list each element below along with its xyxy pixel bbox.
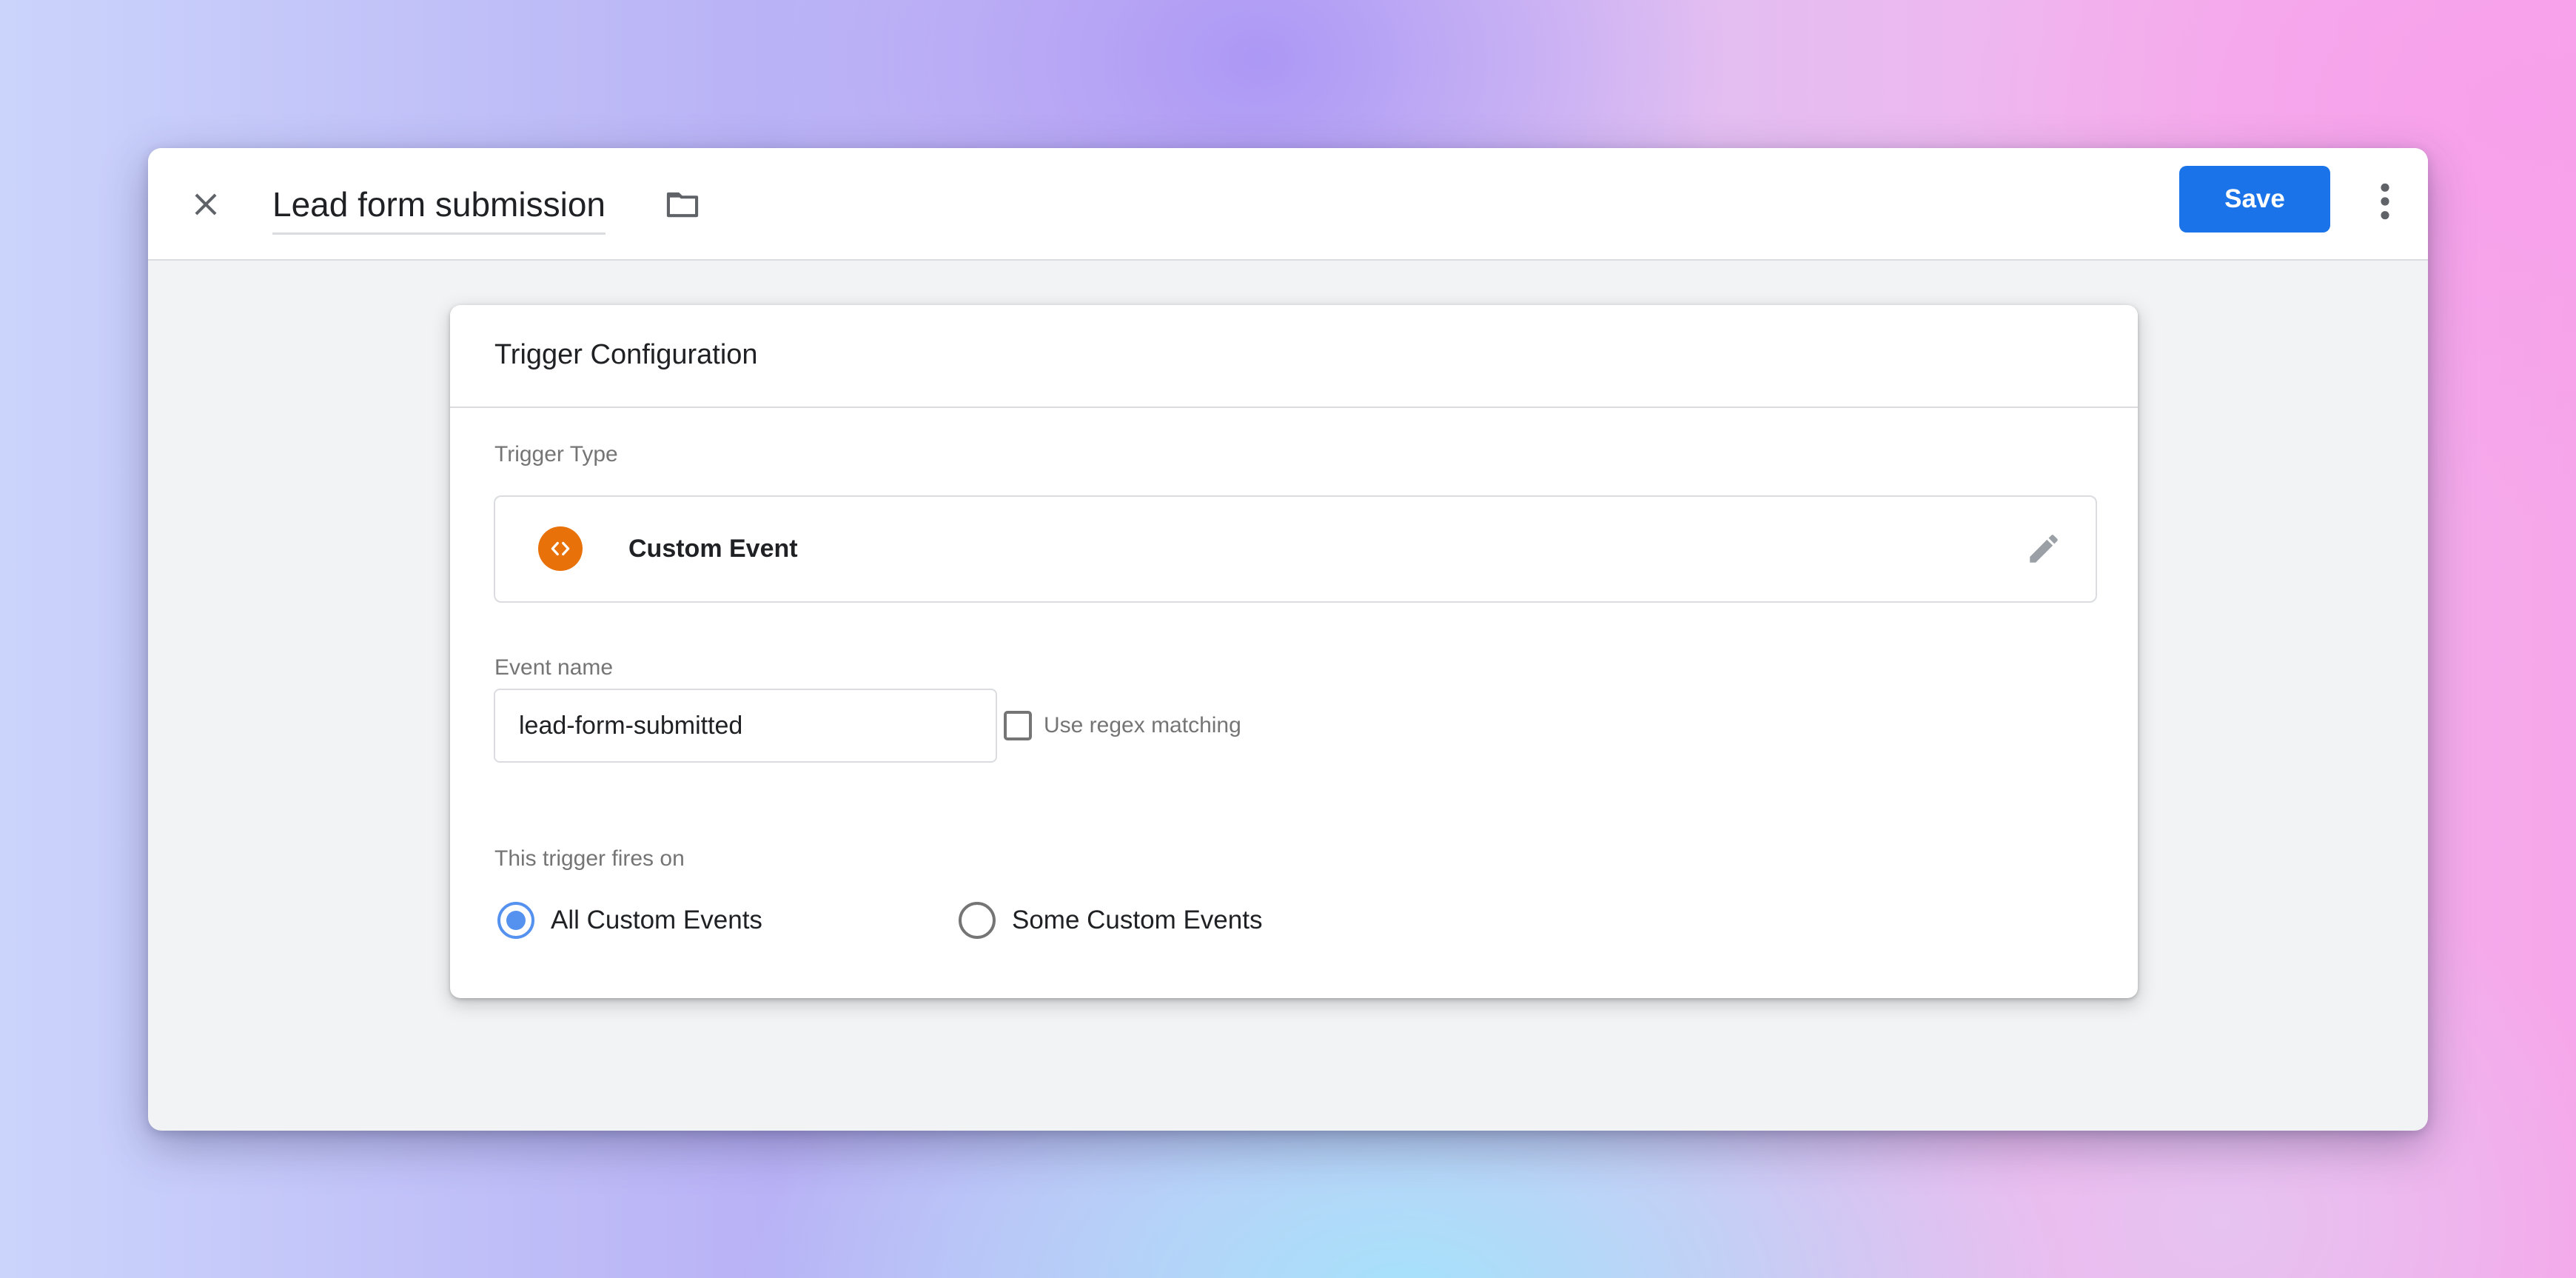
fires-on-label: This trigger fires on [494, 846, 685, 871]
save-button[interactable]: Save [2179, 166, 2330, 232]
edit-trigger-type-button[interactable] [2022, 526, 2066, 571]
code-brackets-icon [538, 526, 583, 571]
more-options-button[interactable] [2363, 175, 2407, 228]
radio-all-custom-events[interactable]: All Custom Events [497, 902, 762, 939]
trigger-configuration-card: Trigger Configuration Trigger Type Custo… [450, 305, 2138, 998]
event-name-input[interactable] [494, 689, 997, 763]
trigger-name-field[interactable]: Lead form submission [272, 179, 606, 235]
pencil-icon [2030, 535, 2058, 563]
trigger-type-selector[interactable]: Custom Event [494, 495, 2097, 603]
trigger-type-name: Custom Event [628, 535, 798, 563]
card-title: Trigger Configuration [494, 339, 758, 370]
card-header: Trigger Configuration [450, 305, 2138, 408]
regex-matching-option[interactable]: Use regex matching [1004, 711, 1241, 740]
trigger-type-label: Trigger Type [494, 442, 618, 466]
folder-button[interactable] [660, 182, 705, 227]
radio-button-selected[interactable] [497, 902, 534, 939]
radio-label: All Custom Events [551, 906, 762, 934]
trigger-title: Lead form submission [272, 185, 606, 224]
regex-label: Use regex matching [1044, 713, 1241, 737]
folder-icon [666, 192, 699, 218]
radio-label: Some Custom Events [1012, 906, 1263, 934]
regex-checkbox[interactable] [1004, 711, 1032, 740]
more-vertical-icon [2381, 183, 2389, 220]
close-icon [195, 193, 217, 215]
trigger-editor-window: Lead form submission Save Trigger Config… [148, 148, 2428, 1131]
radio-button-unselected[interactable] [959, 902, 996, 939]
radio-some-custom-events[interactable]: Some Custom Events [959, 902, 1262, 939]
close-button[interactable] [187, 185, 225, 224]
editor-header: Lead form submission Save [148, 148, 2428, 261]
event-name-label: Event name [494, 655, 614, 680]
